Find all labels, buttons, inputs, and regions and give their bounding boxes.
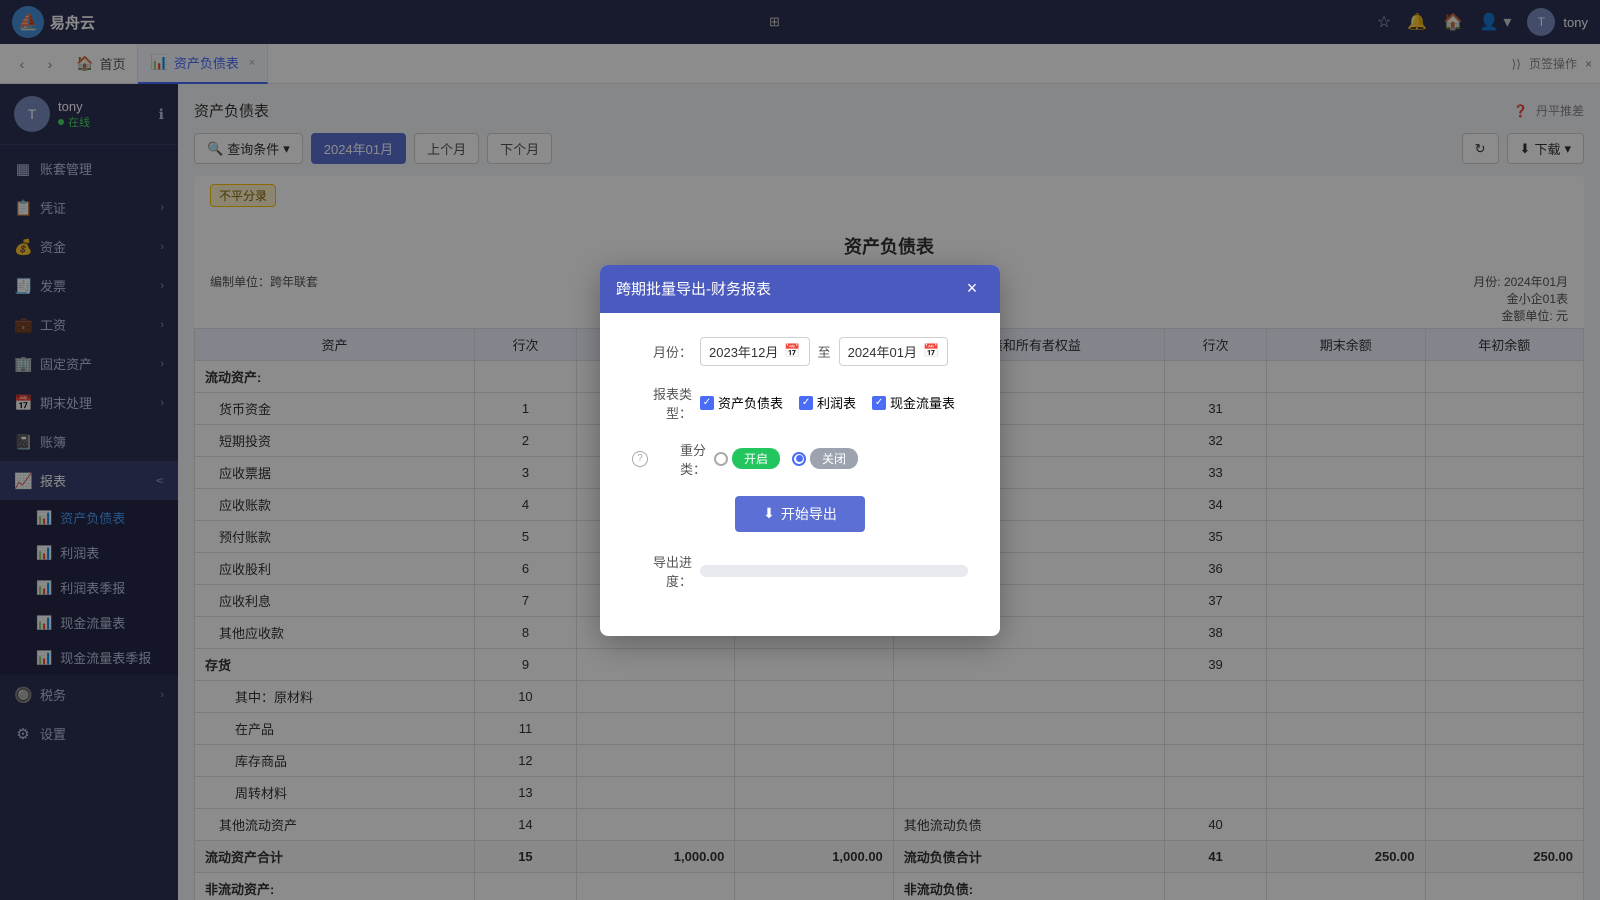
modal-header: 跨期批量导出-财务报表 ×: [600, 265, 1000, 313]
modal-body: 月份： 2023年12月 📅 至 2024年01月 📅 报表类型： ✓ 资产负债: [600, 313, 1000, 636]
checkbox-balance-label: 资产负债表: [718, 393, 783, 412]
export-modal: 跨期批量导出-财务报表 × 月份： 2023年12月 📅 至 2024年01月 …: [600, 265, 1000, 636]
report-type-checkboxes: ✓ 资产负债表 ✓ 利润表 ✓ 现金流量表: [700, 393, 955, 412]
modal-close-btn[interactable]: ×: [960, 277, 984, 301]
radio-reclass-on[interactable]: 开启: [714, 448, 780, 469]
calendar-icon-2: 📅: [923, 343, 939, 359]
radio-off-outer: [792, 452, 806, 466]
month-label: 月份：: [632, 342, 692, 361]
to-month-input[interactable]: 2024年01月 📅: [839, 337, 949, 366]
reclass-label: 重分类：: [656, 440, 706, 478]
from-month-input[interactable]: 2023年12月 📅: [700, 337, 810, 366]
checkbox-cashflow[interactable]: ✓ 现金流量表: [872, 393, 955, 412]
checkbox-balance-box: ✓: [700, 396, 714, 410]
progress-label: 导出进度：: [632, 552, 692, 590]
checkbox-profit[interactable]: ✓ 利润表: [799, 393, 856, 412]
reclass-row: ? 重分类： 开启 关闭: [632, 440, 968, 478]
export-icon: ⬇: [763, 505, 775, 522]
checkbox-profit-box: ✓: [799, 396, 813, 410]
checkbox-cashflow-label: 现金流量表: [890, 393, 955, 412]
to-month-value: 2024年01月: [848, 342, 917, 361]
report-type-label: 报表类型：: [632, 384, 692, 422]
progress-row: 导出进度：: [632, 552, 968, 590]
checkbox-balance[interactable]: ✓ 资产负债表: [700, 393, 783, 412]
radio-on-outer: [714, 452, 728, 466]
export-btn[interactable]: ⬇ 开始导出: [735, 496, 865, 532]
report-type-row: 报表类型： ✓ 资产负债表 ✓ 利润表 ✓ 现金流量表: [632, 384, 968, 422]
modal-overlay[interactable]: 跨期批量导出-财务报表 × 月份： 2023年12月 📅 至 2024年01月 …: [0, 0, 1600, 900]
from-month-value: 2023年12月: [709, 342, 778, 361]
checkbox-profit-label: 利润表: [817, 393, 856, 412]
reclass-help-icon[interactable]: ?: [632, 451, 648, 467]
reclass-radio-group: 开启 关闭: [714, 448, 858, 469]
radio-reclass-off[interactable]: 关闭: [792, 448, 858, 469]
radio-off-btn[interactable]: 关闭: [810, 448, 858, 469]
to-label: 至: [818, 342, 831, 361]
month-row: 月份： 2023年12月 📅 至 2024年01月 📅: [632, 337, 968, 366]
radio-on-btn[interactable]: 开启: [732, 448, 780, 469]
radio-off-inner: [796, 455, 803, 462]
checkbox-cashflow-box: ✓: [872, 396, 886, 410]
export-btn-label: 开始导出: [781, 504, 837, 524]
export-btn-area: ⬇ 开始导出: [632, 496, 968, 532]
progress-bar-outer: [700, 565, 968, 577]
modal-title: 跨期批量导出-财务报表: [616, 278, 771, 299]
calendar-icon: 📅: [784, 343, 800, 359]
